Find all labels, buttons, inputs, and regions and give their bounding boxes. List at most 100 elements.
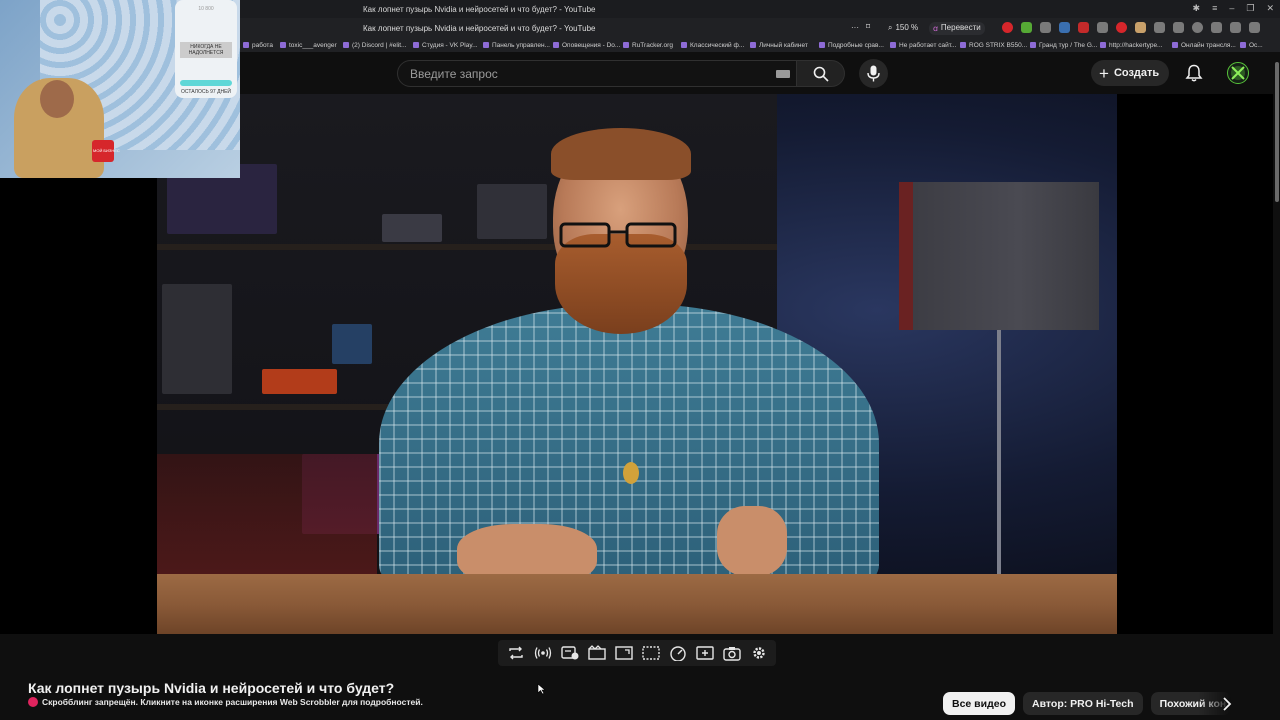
keyboard-icon[interactable] <box>776 70 790 78</box>
shelf-item <box>477 184 547 239</box>
window-title: Как лопнет пузырь Nvidia и нейросетей и … <box>363 5 596 14</box>
bookmark-item[interactable]: http://hackertype... <box>1100 42 1162 49</box>
presenter-hand <box>717 506 787 576</box>
bookmark-item[interactable]: ROG STRIX B550... <box>960 42 1027 49</box>
shelf-item <box>332 324 372 364</box>
zoom-level: 150 % <box>895 23 919 32</box>
loop-icon[interactable] <box>506 643 526 663</box>
close-icon[interactable]: ✕ <box>1266 3 1274 14</box>
zoom-icon: ⌕ <box>888 23 893 32</box>
mug-label: МОЙ БИЗНЕС <box>93 148 120 153</box>
fullwindow-icon[interactable] <box>641 643 661 663</box>
presenter-shirt <box>379 304 879 594</box>
bookmark-item[interactable]: Онлайн трансля... <box>1172 42 1236 49</box>
video-frame[interactable] <box>157 94 1117 634</box>
opera-icon[interactable] <box>1002 22 1013 33</box>
search-input[interactable] <box>398 61 768 86</box>
bookmark-item[interactable]: toxic___avenger <box>280 42 337 49</box>
presenter-beard <box>555 234 687 334</box>
avatar[interactable] <box>1227 62 1249 84</box>
settings-gear-icon[interactable] <box>749 643 769 663</box>
address-bar[interactable]: Как лопнет пузырь Nvidia и нейросетей и … <box>363 24 595 33</box>
microphone-icon <box>867 65 880 82</box>
chip-all-videos[interactable]: Все видео <box>943 692 1016 715</box>
shelf-item <box>262 369 337 394</box>
puzzle-icon[interactable] <box>1230 22 1241 33</box>
resize-icon[interactable] <box>614 643 634 663</box>
cube-icon[interactable] <box>1173 22 1184 33</box>
voice-search-button[interactable] <box>859 59 888 88</box>
lamp <box>899 182 1099 330</box>
shield-icon[interactable] <box>1135 22 1146 33</box>
vk-icon[interactable] <box>1059 22 1070 33</box>
shirt-pin <box>623 462 639 484</box>
pen-icon[interactable] <box>1078 22 1089 33</box>
extension-icon[interactable] <box>1040 22 1051 33</box>
lightbulb-icon[interactable] <box>1154 22 1165 33</box>
create-button[interactable]: + Создать <box>1091 60 1170 86</box>
wooden-table <box>157 574 1117 634</box>
search-button[interactable] <box>797 60 845 87</box>
bookmark-item[interactable]: Студия - VK Play... <box>413 42 478 49</box>
bookmark-item[interactable]: Гранд тур / The G... <box>1030 42 1097 49</box>
window-controls: ✱ ≡ – ❐ ✕ <box>1193 3 1274 14</box>
shelf-item <box>382 214 442 242</box>
bookmark-item[interactable]: Классический ф... <box>681 42 744 49</box>
bookmark-item[interactable]: Ос... <box>1240 42 1263 49</box>
scrollbar-thumb[interactable] <box>1275 62 1279 202</box>
extensions-row <box>1002 22 1260 33</box>
web-scrobbler-icon <box>28 697 38 707</box>
maximize-icon[interactable]: ❐ <box>1246 3 1254 14</box>
phone-time: 10 800 <box>198 6 214 12</box>
related-filter-chips: Все видео Автор: PRO Hi-Tech Похожий кон… <box>943 692 1231 715</box>
plus-icon: + <box>1099 63 1109 83</box>
download-icon[interactable] <box>1021 22 1032 33</box>
translate-icon: ꭤ <box>933 24 938 33</box>
pin-icon[interactable]: ✱ <box>1193 3 1201 14</box>
translate-button[interactable]: ꭤ Перевести <box>929 22 985 35</box>
video-title: Как лопнет пузырь Nvidia и нейросетей и … <box>28 680 395 696</box>
speed-icon[interactable] <box>668 643 688 663</box>
bookmark-item[interactable]: (2) Discord | #elit... <box>343 42 406 49</box>
more-icon[interactable]: ··· <box>851 23 859 32</box>
scrobbler-notice[interactable]: Скробблинг запрещён. Кликните на иконке … <box>28 697 423 707</box>
minimize-icon[interactable]: – <box>1229 3 1234 14</box>
bookmark-item[interactable]: Панель управлен... <box>483 42 550 49</box>
bookmark-item[interactable]: RuTracker.org <box>623 42 673 49</box>
bookmark-item[interactable]: Оповещения - Do... <box>553 42 620 49</box>
camera-icon[interactable] <box>1249 22 1260 33</box>
bookmark-item[interactable]: Подробные срав... <box>819 42 884 49</box>
lamp-stand <box>997 330 1001 580</box>
red-accent <box>157 454 377 574</box>
sync-icon[interactable] <box>1097 22 1108 33</box>
player-extension-toolbar <box>498 640 776 666</box>
chip-author[interactable]: Автор: PRO Hi-Tech <box>1023 692 1143 715</box>
search-box <box>397 60 797 87</box>
broadcast-icon[interactable] <box>533 643 553 663</box>
presenter-hair <box>551 128 691 180</box>
phone-text: НИКОГДА НЕ НАДОЛНЕТСЯ ОСТАЛОСЬ 97 ДНЕЙ <box>180 42 232 95</box>
glasses-icon <box>559 222 677 248</box>
avatar-emblem-icon <box>1231 66 1245 80</box>
playlist-icon[interactable] <box>560 643 580 663</box>
pointer-icon[interactable] <box>1211 22 1222 33</box>
add-frame-icon[interactable] <box>695 643 715 663</box>
chevron-right-icon[interactable] <box>1218 695 1236 713</box>
webcam-overlay: 10 800 НИКОГДА НЕ НАДОЛНЕТСЯ ОСТАЛОСЬ 97… <box>0 0 240 178</box>
scrobbler-notice-text: Скробблинг запрещён. Кликните на иконке … <box>42 697 423 707</box>
create-label: Создать <box>1113 67 1160 79</box>
bookmark-icon[interactable]: ⌑ <box>866 22 870 31</box>
screenshot-icon[interactable] <box>722 643 742 663</box>
zoom-indicator[interactable]: ⌕ 150 % <box>888 23 918 33</box>
translate-label: Перевести <box>940 23 981 32</box>
bookmark-item[interactable]: работа <box>243 42 273 49</box>
bookmark-item[interactable]: Личный кабинет <box>750 42 808 49</box>
mouse-cursor-icon <box>537 683 546 695</box>
record-icon[interactable] <box>1116 22 1127 33</box>
dot-icon[interactable] <box>1192 22 1203 33</box>
notifications-bell-icon[interactable] <box>1185 64 1203 83</box>
menu-icon[interactable]: ≡ <box>1212 3 1217 14</box>
search-icon <box>813 66 829 82</box>
bookmark-item[interactable]: Не работает сайт... <box>890 42 956 49</box>
cinema-icon[interactable] <box>587 643 607 663</box>
